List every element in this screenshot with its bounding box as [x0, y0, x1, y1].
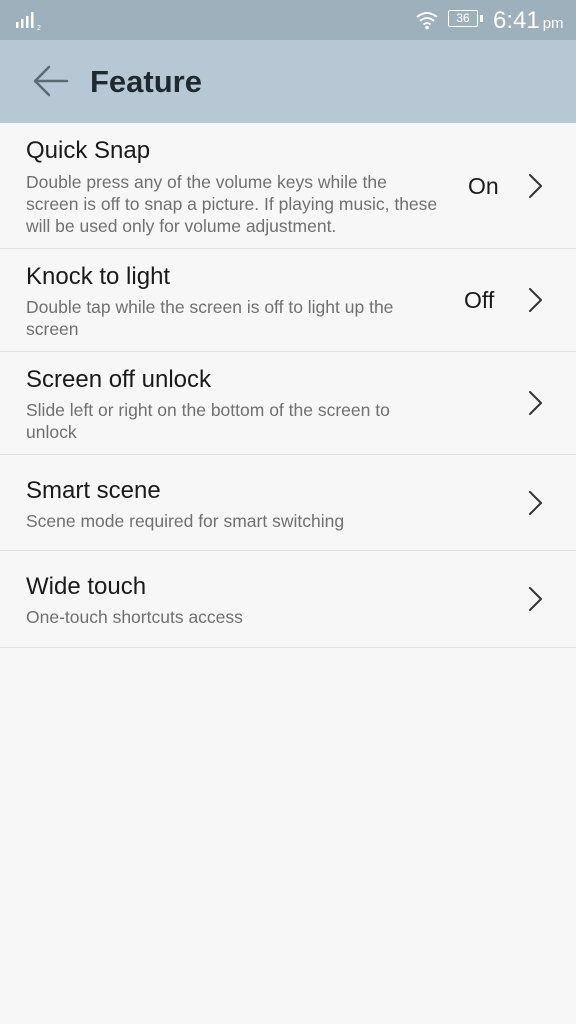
status-bar: 2 36 6:41 pm: [0, 0, 576, 40]
battery-level: 36: [456, 11, 470, 25]
item-title: Wide touch: [26, 573, 147, 600]
item-title: Knock to light: [26, 263, 171, 290]
list-item-smart-scene[interactable]: Smart scene Scene mode required for smar…: [0, 455, 576, 551]
back-arrow-icon: [33, 65, 69, 97]
item-value: Off: [464, 287, 495, 313]
chevron-right-icon: [529, 391, 542, 415]
chevron-right-icon: [529, 288, 542, 312]
wifi-icon: [416, 12, 438, 30]
item-description: Scene mode required for smart switching: [26, 511, 345, 531]
clock-time: 6:41: [493, 7, 540, 34]
chevron-right-icon: [529, 491, 542, 515]
item-description: Double tap while the screen is off to li…: [26, 297, 394, 339]
signal-icon: 2: [16, 12, 41, 31]
item-value: On: [468, 173, 499, 199]
back-button[interactable]: [22, 58, 78, 104]
clock: 6:41 pm: [493, 7, 564, 38]
feature-list: Quick Snap Double press any of the volum…: [0, 123, 576, 648]
chevron-right-icon: [529, 587, 542, 611]
list-item-knock-to-light[interactable]: Knock to light Double tap while the scre…: [0, 249, 576, 352]
clock-ampm: pm: [542, 15, 564, 32]
app-bar: Feature: [0, 40, 576, 123]
item-description: One-touch shortcuts access: [26, 607, 243, 627]
list-item-wide-touch[interactable]: Wide touch One-touch shortcuts access: [0, 551, 576, 648]
item-title: Quick Snap: [26, 137, 151, 164]
list-item-screen-off-unlock[interactable]: Screen off unlock Slide left or right on…: [0, 352, 576, 455]
item-title: Screen off unlock: [26, 366, 212, 393]
battery-tip: [480, 15, 483, 22]
item-description: Slide left or right on the bottom of the…: [26, 400, 390, 442]
item-title: Smart scene: [26, 477, 161, 504]
item-description: Double press any of the volume keys whil…: [26, 172, 438, 236]
sim-slot-label: 2: [37, 25, 41, 31]
battery-icon: 36: [448, 10, 478, 27]
page-title: Feature: [90, 64, 202, 99]
list-item-quick-snap[interactable]: Quick Snap Double press any of the volum…: [0, 123, 576, 249]
chevron-right-icon: [529, 174, 542, 198]
